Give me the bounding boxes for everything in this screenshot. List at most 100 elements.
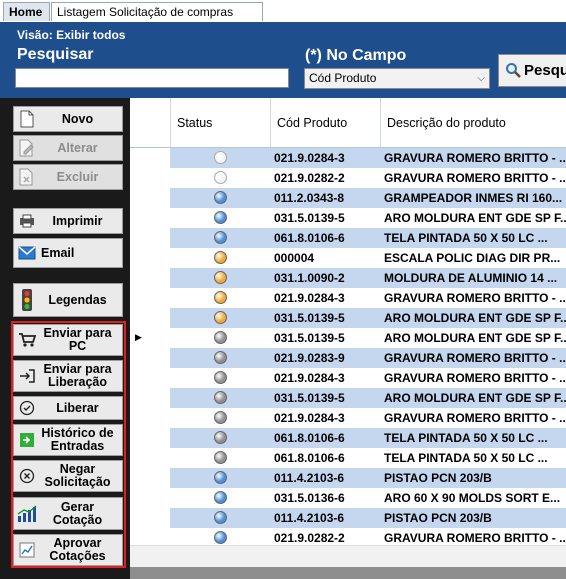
cell-descricao: GRAVURA ROMERO BRITTO - ... <box>384 411 566 425</box>
status-blue-dot-icon <box>214 211 227 224</box>
search-header: Visão: Exibir todos Pesquisar (*) No Cam… <box>0 22 566 98</box>
excluir-label: Excluir <box>56 169 99 184</box>
cell-descricao: ARO MOLDURA ENT GDE SP F... <box>384 391 566 405</box>
table-row[interactable]: 031.5.0139-5 ARO MOLDURA ENT GDE SP F... <box>130 208 566 228</box>
cell-descricao: GRAVURA ROMERO BRITTO - ... <box>384 151 566 165</box>
cell-descricao: GRAVURA ROMERO BRITTO - ... <box>384 171 566 185</box>
status-blue-dot-icon <box>214 531 227 544</box>
imprimir-button[interactable]: Imprimir <box>13 208 123 234</box>
status-gray-dot-icon <box>214 411 227 424</box>
table-row[interactable]: 031.5.0139-5 ARO MOLDURA ENT GDE SP F... <box>130 388 566 408</box>
row-selector[interactable] <box>130 168 170 188</box>
row-selector[interactable] <box>130 468 170 488</box>
tab-home[interactable]: Home <box>3 2 50 21</box>
cell-descricao: ARO MOLDURA ENT GDE SP F... <box>384 311 566 325</box>
email-button[interactable]: Email <box>13 238 123 268</box>
row-selector[interactable] <box>130 188 170 208</box>
row-selector[interactable] <box>130 508 170 528</box>
row-selector[interactable] <box>130 268 170 288</box>
status-orange-dot-icon <box>214 291 227 304</box>
table-row[interactable]: 021.9.0282-2 GRAVURA ROMERO BRITTO - ... <box>130 168 566 188</box>
edit-document-icon <box>17 138 37 158</box>
table-row[interactable]: 061.8.0106-6 TELA PINTADA 50 X 50 LC ... <box>130 448 566 468</box>
column-header-descricao[interactable]: Descrição do produto <box>380 98 566 147</box>
cell-cod-produto: 011.2.0343-8 <box>274 191 345 205</box>
table-row[interactable]: 011.2.0343-8 GRAMPEADOR INMES RI 160... <box>130 188 566 208</box>
row-selector[interactable] <box>130 148 170 168</box>
cell-cod-produto: 061.8.0106-6 <box>274 451 345 465</box>
status-orange-dot-icon <box>214 311 227 324</box>
table-row[interactable]: 021.9.0284-3 GRAVURA ROMERO BRITTO - ... <box>130 288 566 308</box>
table-row[interactable]: ▶ 031.5.0139-5 ARO MOLDURA ENT GDE SP F... <box>130 328 566 348</box>
row-selector[interactable] <box>130 428 170 448</box>
status-orange-dot-icon <box>214 251 227 264</box>
cell-descricao: TELA PINTADA 50 X 50 LC ... <box>384 231 548 245</box>
cell-cod-produto: 000004 <box>274 251 315 265</box>
visao-filter[interactable]: Visão: Exibir todos <box>17 28 125 42</box>
cell-descricao: ARO MOLDURA ENT GDE SP F... <box>384 211 566 225</box>
row-selector[interactable] <box>130 408 170 428</box>
cell-cod-produto: 031.5.0139-5 <box>274 311 345 325</box>
highlight-box <box>11 321 126 568</box>
column-header-cod-produto[interactable]: Cód Produto <box>270 98 380 147</box>
status-blue-dot-icon <box>214 471 227 484</box>
field-label: (*) No Campo <box>305 47 407 64</box>
row-selector[interactable] <box>130 308 170 328</box>
novo-button[interactable]: Novo <box>13 106 123 132</box>
table-row[interactable]: 000004 ESCALA POLIC DIAG DIR PR... <box>130 248 566 268</box>
row-selector[interactable] <box>130 288 170 308</box>
cell-descricao: GRAVURA ROMERO BRITTO - ... <box>384 531 566 545</box>
table-row[interactable]: 021.9.0284-3 GRAVURA ROMERO BRITTO - ... <box>130 368 566 388</box>
cell-descricao: TELA PINTADA 50 X 50 LC ... <box>384 451 548 465</box>
table-row[interactable]: 011.4.2103-6 PISTAO PCN 203/B <box>130 468 566 488</box>
excluir-button[interactable]: Excluir <box>13 164 123 190</box>
cell-cod-produto: 021.9.0284-3 <box>274 291 345 305</box>
alterar-button[interactable]: Alterar <box>13 135 123 161</box>
cell-cod-produto: 011.4.2103-6 <box>274 511 345 525</box>
status-white-dot-icon <box>214 171 227 184</box>
row-selector[interactable] <box>130 488 170 508</box>
table-row[interactable]: 021.9.0283-9 GRAVURA ROMERO BRITTO - ... <box>130 348 566 368</box>
cell-descricao: PISTAO PCN 203/B <box>384 471 492 485</box>
row-selector[interactable] <box>130 348 170 368</box>
alterar-label: Alterar <box>57 140 98 155</box>
search-input[interactable] <box>15 68 289 88</box>
status-blue-dot-icon <box>214 191 227 204</box>
row-cells <box>170 468 566 488</box>
row-selector[interactable] <box>130 228 170 248</box>
table-row[interactable]: 031.5.0136-6 ARO 60 X 90 MOLDS SORT E... <box>130 488 566 508</box>
row-selector[interactable]: ▶ <box>130 328 170 348</box>
status-gray-dot-icon <box>214 331 227 344</box>
cell-cod-produto: 021.9.0283-9 <box>274 351 345 365</box>
row-selector[interactable] <box>130 248 170 268</box>
status-gray-dot-icon <box>214 391 227 404</box>
current-row-arrow-icon: ▶ <box>135 332 142 342</box>
legendas-button[interactable]: Legendas <box>13 283 123 317</box>
table-row[interactable]: 021.9.0284-3 GRAVURA ROMERO BRITTO - ... <box>130 408 566 428</box>
table-row[interactable]: 031.5.0139-5 ARO MOLDURA ENT GDE SP F... <box>130 308 566 328</box>
search-button[interactable]: Pesquisar <box>498 54 566 87</box>
printer-icon <box>17 211 37 231</box>
table-row[interactable]: 021.9.0284-3 GRAVURA ROMERO BRITTO - ... <box>130 148 566 168</box>
cell-descricao: ARO MOLDURA ENT GDE SP F... <box>384 331 566 345</box>
field-select[interactable]: Cód Produto ⌵ <box>304 68 490 89</box>
table-row[interactable]: 061.8.0106-6 TELA PINTADA 50 X 50 LC ... <box>130 428 566 448</box>
table-row[interactable]: 031.1.0090-2 MOLDURA DE ALUMINIO 14 ... <box>130 268 566 288</box>
table-row[interactable]: 061.8.0106-6 TELA PINTADA 50 X 50 LC ... <box>130 228 566 248</box>
cell-descricao: GRAVURA ROMERO BRITTO - ... <box>384 291 566 305</box>
row-selector[interactable] <box>130 208 170 228</box>
row-selector[interactable] <box>130 388 170 408</box>
row-cells <box>170 508 566 528</box>
horizontal-scrollbar[interactable] <box>130 545 566 568</box>
delete-document-icon <box>17 167 37 187</box>
cell-cod-produto: 021.9.0282-2 <box>274 171 345 185</box>
table-row[interactable]: 011.4.2103-6 PISTAO PCN 203/B <box>130 508 566 528</box>
row-selector[interactable] <box>130 368 170 388</box>
search-button-label: Pesquisar <box>524 62 566 79</box>
cell-cod-produto: 031.5.0136-6 <box>274 491 345 505</box>
cell-descricao: TELA PINTADA 50 X 50 LC ... <box>384 431 548 445</box>
cell-descricao: PISTAO PCN 203/B <box>384 511 492 525</box>
row-selector[interactable] <box>130 448 170 468</box>
tab-listagem[interactable]: Listagem Solicitação de compras <box>51 2 263 21</box>
column-header-status[interactable]: Status <box>170 98 270 147</box>
